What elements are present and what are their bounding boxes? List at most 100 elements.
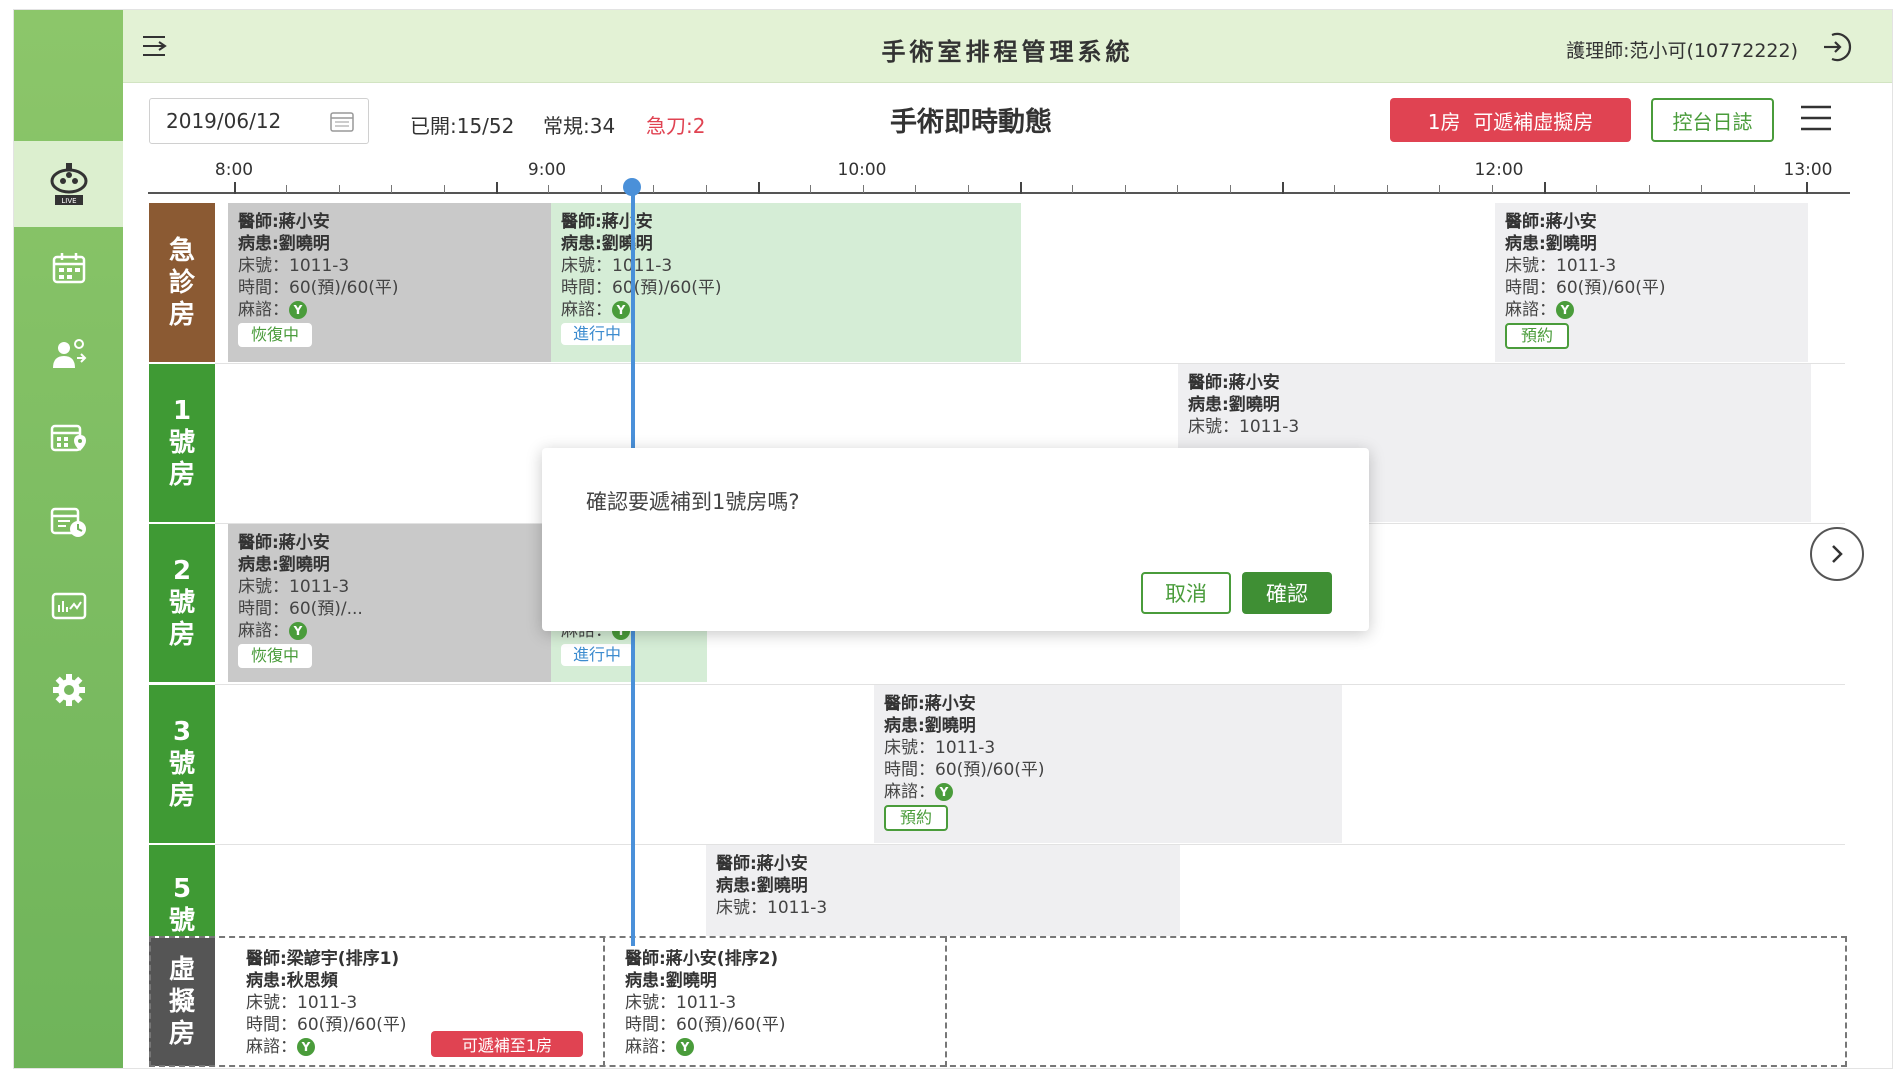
panel-title: 手術即時動態 [890, 107, 1052, 138]
surgery-block[interactable]: 醫師:蔣小安 病患:劉曉明 床號：1011-3 時間：60(預)/60(平) 麻… [228, 203, 551, 362]
sidebar-item-schedule[interactable] [14, 225, 123, 311]
svg-text:LIVE: LIVE [61, 197, 76, 205]
chevron-right-icon [1832, 545, 1843, 563]
room-label-3: 3 號 房 [149, 685, 215, 843]
date-picker[interactable]: 2019/06/12 [149, 98, 369, 144]
date-value: 2019/06/12 [166, 109, 282, 133]
timeline-axis [148, 192, 1850, 194]
timeline-tick [706, 185, 707, 193]
menu-icon[interactable] [1800, 104, 1832, 132]
timeline-tick [1649, 185, 1650, 193]
timeline-tick [1492, 185, 1493, 193]
anesthesia-ok-icon: Y [676, 1038, 694, 1056]
fill-to-room-badge[interactable]: 可遞補至1房 [431, 1031, 583, 1057]
timeline-tick [548, 185, 549, 193]
calendar-icon [330, 112, 354, 132]
surgery-block[interactable]: 醫師:蔣小安 病患:劉曉明 床號：1011-3 時間：60(預)/60(平) 麻… [874, 685, 1342, 843]
surgery-block[interactable]: 醫師:蔣小安 病患:劉曉明 床號：1011-3 [706, 845, 1180, 936]
status-badge: 恢復中 [238, 644, 313, 668]
anesthesia-ok-icon: Y [297, 1038, 315, 1056]
sidebar-item-report[interactable] [14, 563, 123, 649]
status-badge: 進行中 [561, 644, 634, 666]
timeline-tick [1072, 185, 1073, 193]
timeline-tick [653, 185, 654, 193]
timeline-tick [339, 185, 340, 193]
sidebar-item-live[interactable]: LIVE [14, 141, 123, 227]
confirm-button[interactable]: 確認 [1242, 572, 1332, 614]
surgery-block[interactable]: 醫師:蔣小安 病患:劉曉明 床號：1011-3 時間：60(預)/... 麻諮：… [228, 524, 551, 682]
time-label: 9:00 [527, 160, 567, 180]
staff-assign-icon [52, 339, 86, 368]
sidebar: LIVE [14, 10, 123, 1068]
timeline-tick [1544, 182, 1546, 194]
timeline-tick [601, 185, 602, 193]
anesthesia-ok-icon: Y [289, 301, 307, 319]
surgery-block[interactable]: 醫師:蔣小安 病患:劉曉明 床號：1011-3 時間：60(預)/60(平) 麻… [1495, 203, 1808, 362]
timeline-tick [1334, 185, 1335, 193]
anesthesia-ok-icon: Y [289, 622, 307, 640]
timeline-tick [1125, 185, 1126, 193]
sidebar-item-staff[interactable] [14, 310, 123, 396]
anesthesia-ok-icon: Y [612, 301, 630, 319]
status-badge: 恢復中 [238, 323, 313, 347]
timeline-tick [1439, 185, 1440, 193]
timeline-tick [1177, 185, 1178, 193]
surgery-block[interactable]: 醫師:蔣小安 病患:劉曉明 床號：1011-3 時間：60(預)/60(平) 麻… [551, 203, 1021, 362]
time-label: 13:00 [1783, 160, 1833, 180]
time-label: 10:00 [837, 160, 887, 180]
dialog-message: 確認要遞補到1號房嗎? [586, 490, 800, 514]
timeline-tick [1282, 182, 1284, 194]
sidebar-item-calendar-location[interactable] [14, 394, 123, 480]
virtual-surgery-block[interactable]: 醫師:蔣小安(排序2) 病患:劉曉明 床號：1011-3 時間：60(預)/60… [615, 940, 941, 1064]
room-label-5: 5 號 [149, 845, 215, 936]
status-badge: 進行中 [561, 323, 634, 345]
timeline-tick [1230, 185, 1231, 193]
timeline-tick [1701, 185, 1702, 193]
status-badge: 預約 [884, 805, 949, 831]
regular-count: 常規:34 [543, 114, 616, 138]
timeline-tick [968, 185, 969, 193]
timeline-tick [496, 182, 498, 194]
current-time-marker[interactable] [623, 178, 641, 196]
room-label-2: 2 號 房 [149, 524, 215, 682]
time-label: 12:00 [1474, 160, 1524, 180]
timeline-tick [1020, 182, 1022, 194]
next-page-button[interactable] [1810, 527, 1864, 581]
timeline-tick [444, 185, 445, 193]
time-label: 8:00 [214, 160, 254, 180]
timeline-tick [758, 182, 760, 194]
timeline-tick [1754, 185, 1755, 193]
timeline-tick [1387, 185, 1388, 193]
virtual-divider [945, 936, 947, 1067]
calendar-schedule-icon [52, 253, 85, 284]
gear-icon [52, 674, 85, 706]
cancel-button[interactable]: 取消 [1141, 572, 1231, 614]
timeline-tick [286, 185, 287, 193]
top-header: 手術室排程管理系統 護理師:范小可(10772222) [123, 10, 1892, 83]
room-label-1: 1 號 房 [149, 364, 215, 522]
timeline-tick [391, 185, 392, 193]
status-badge: 預約 [1505, 323, 1570, 349]
calendar-clock-icon [50, 507, 86, 537]
timeline-tick [863, 185, 864, 193]
timeline-tick [1596, 185, 1597, 193]
virtual-room-fill-button[interactable]: 1房 可遞補虛擬房 [1390, 98, 1631, 142]
opened-count: 已開:15/52 [410, 114, 515, 138]
sidebar-item-calendar-clock[interactable] [14, 478, 123, 564]
emergency-count: 急刀:2 [646, 114, 706, 138]
logout-icon[interactable] [1820, 31, 1852, 63]
user-label: 護理師:范小可(10772222) [1566, 40, 1798, 62]
anesthesia-ok-icon: Y [1556, 301, 1574, 319]
confirm-dialog: 確認要遞補到1號房嗎? 取消 確認 [542, 448, 1369, 631]
anesthesia-ok-icon: Y [935, 783, 953, 801]
console-log-button[interactable]: 控台日誌 [1651, 98, 1774, 142]
timeline-tick [915, 185, 916, 193]
calendar-location-icon [50, 424, 86, 452]
timeline-tick [234, 182, 236, 194]
virtual-divider [603, 936, 605, 1067]
live-monitor-icon: LIVE [50, 163, 87, 205]
report-chart-icon [51, 592, 86, 620]
room-label-er: 急 診 房 [149, 203, 215, 362]
timeline-tick [810, 185, 811, 193]
sidebar-item-settings[interactable] [14, 647, 123, 733]
